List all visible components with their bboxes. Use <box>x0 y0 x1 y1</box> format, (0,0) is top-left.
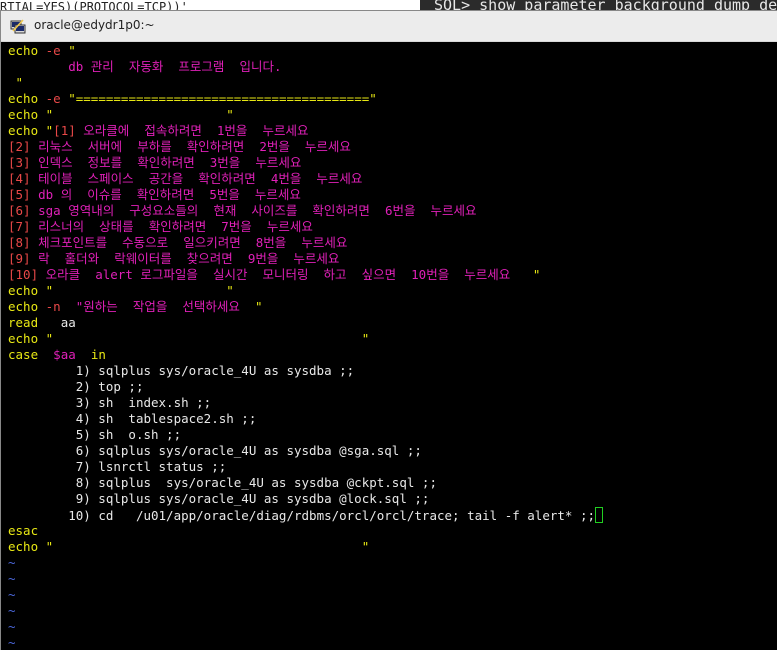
script-line: read aa <box>8 315 76 330</box>
script-line: echo "[1] 오라클에 접속하려면 1번을 누르세요 <box>8 123 309 138</box>
script-line: [5] db 의 이슈를 확인하려면 5번을 누르세요 <box>8 187 301 202</box>
empty-line-tilde: ~ <box>8 587 16 602</box>
case-option-line: 10) cd /u01/app/oracle/diag/rdbms/orcl/o… <box>8 507 777 523</box>
empty-line-tilde: ~ <box>8 635 16 648</box>
empty-line-tilde: ~ <box>8 571 16 586</box>
script-line: case $aa in <box>8 347 106 362</box>
text-cursor <box>595 507 604 523</box>
empty-line-tilde: ~ <box>8 603 16 618</box>
script-line: echo -e "===============================… <box>8 91 377 106</box>
putty-terminal-icon[interactable] <box>10 18 26 34</box>
script-line: " <box>15 75 24 90</box>
script-line: [10] 오라클 alert 로그파일을 실시간 모니터링 하고 싶으면 10번… <box>8 267 541 282</box>
case-option-line: 5) sh o.sh ;; <box>75 427 182 442</box>
script-line: db 관리 자동화 프로그램 입니다. <box>68 59 282 74</box>
script-line: esac <box>8 523 39 538</box>
script-line: [2] 리눅스 서버에 부하를 확인하려면 2번을 누르세요 <box>8 139 351 154</box>
terminal-window[interactable]: oracle@edydr1p0:~ echo -e " db 관리 자동화 프로… <box>1 11 777 650</box>
terminal-screen[interactable]: echo -e " db 관리 자동화 프로그램 입니다. " echo -e … <box>8 43 777 648</box>
script-line: echo " " <box>8 331 370 346</box>
case-option-line: 7) lsnrctl status ;; <box>75 459 227 474</box>
script-line: echo " " <box>8 283 234 298</box>
case-option-line: 8) sqlplus sys/oracle_4U as sysdba @ckpt… <box>75 475 437 490</box>
script-line: [9] 락 홀더와 락웨이터를 찾으려면 9번을 누르세요 <box>8 251 340 266</box>
script-line: echo " " <box>8 107 234 122</box>
empty-line-tilde: ~ <box>8 555 16 570</box>
script-line: echo -n "원하는 작업을 선택하세요 " <box>8 299 263 314</box>
title-bar[interactable]: oracle@edydr1p0:~ <box>1 11 777 42</box>
case-option-line: 1) sqlplus sys/oracle_4U as sysdba ;; <box>75 363 355 378</box>
script-line: [6] sga 영역내의 구성요소들의 현재 사이즈를 확인하려면 6번을 누르… <box>8 203 477 218</box>
script-line: [7] 리스너의 상태를 확인하려면 7번을 누르세요 <box>8 219 313 234</box>
script-line: [8] 체크포인트를 수동으로 일으키려면 8번을 누르세요 <box>8 235 348 250</box>
script-line: echo " " <box>8 539 370 554</box>
script-line: [4] 테이블 스페이스 공간을 확인하려면 4번을 누르세요 <box>8 171 363 186</box>
case-option-line: 6) sqlplus sys/oracle_4U as sysdba @sga.… <box>75 443 422 458</box>
case-option-line: 9) sqlplus sys/oracle_4U as sysdba @lock… <box>75 491 430 506</box>
case-option-line: 4) sh tablespace2.sh ;; <box>75 411 257 426</box>
window-title: oracle@edydr1p0:~ <box>34 18 155 32</box>
script-line: [3] 인덱스 정보를 확인하려면 3번을 누르세요 <box>8 155 302 170</box>
empty-line-tilde: ~ <box>8 619 16 634</box>
case-option-line: 2) top ;; <box>75 379 144 394</box>
script-line: echo -e " <box>8 43 76 58</box>
case-option-line: 3) sh index.sh ;; <box>75 395 212 410</box>
